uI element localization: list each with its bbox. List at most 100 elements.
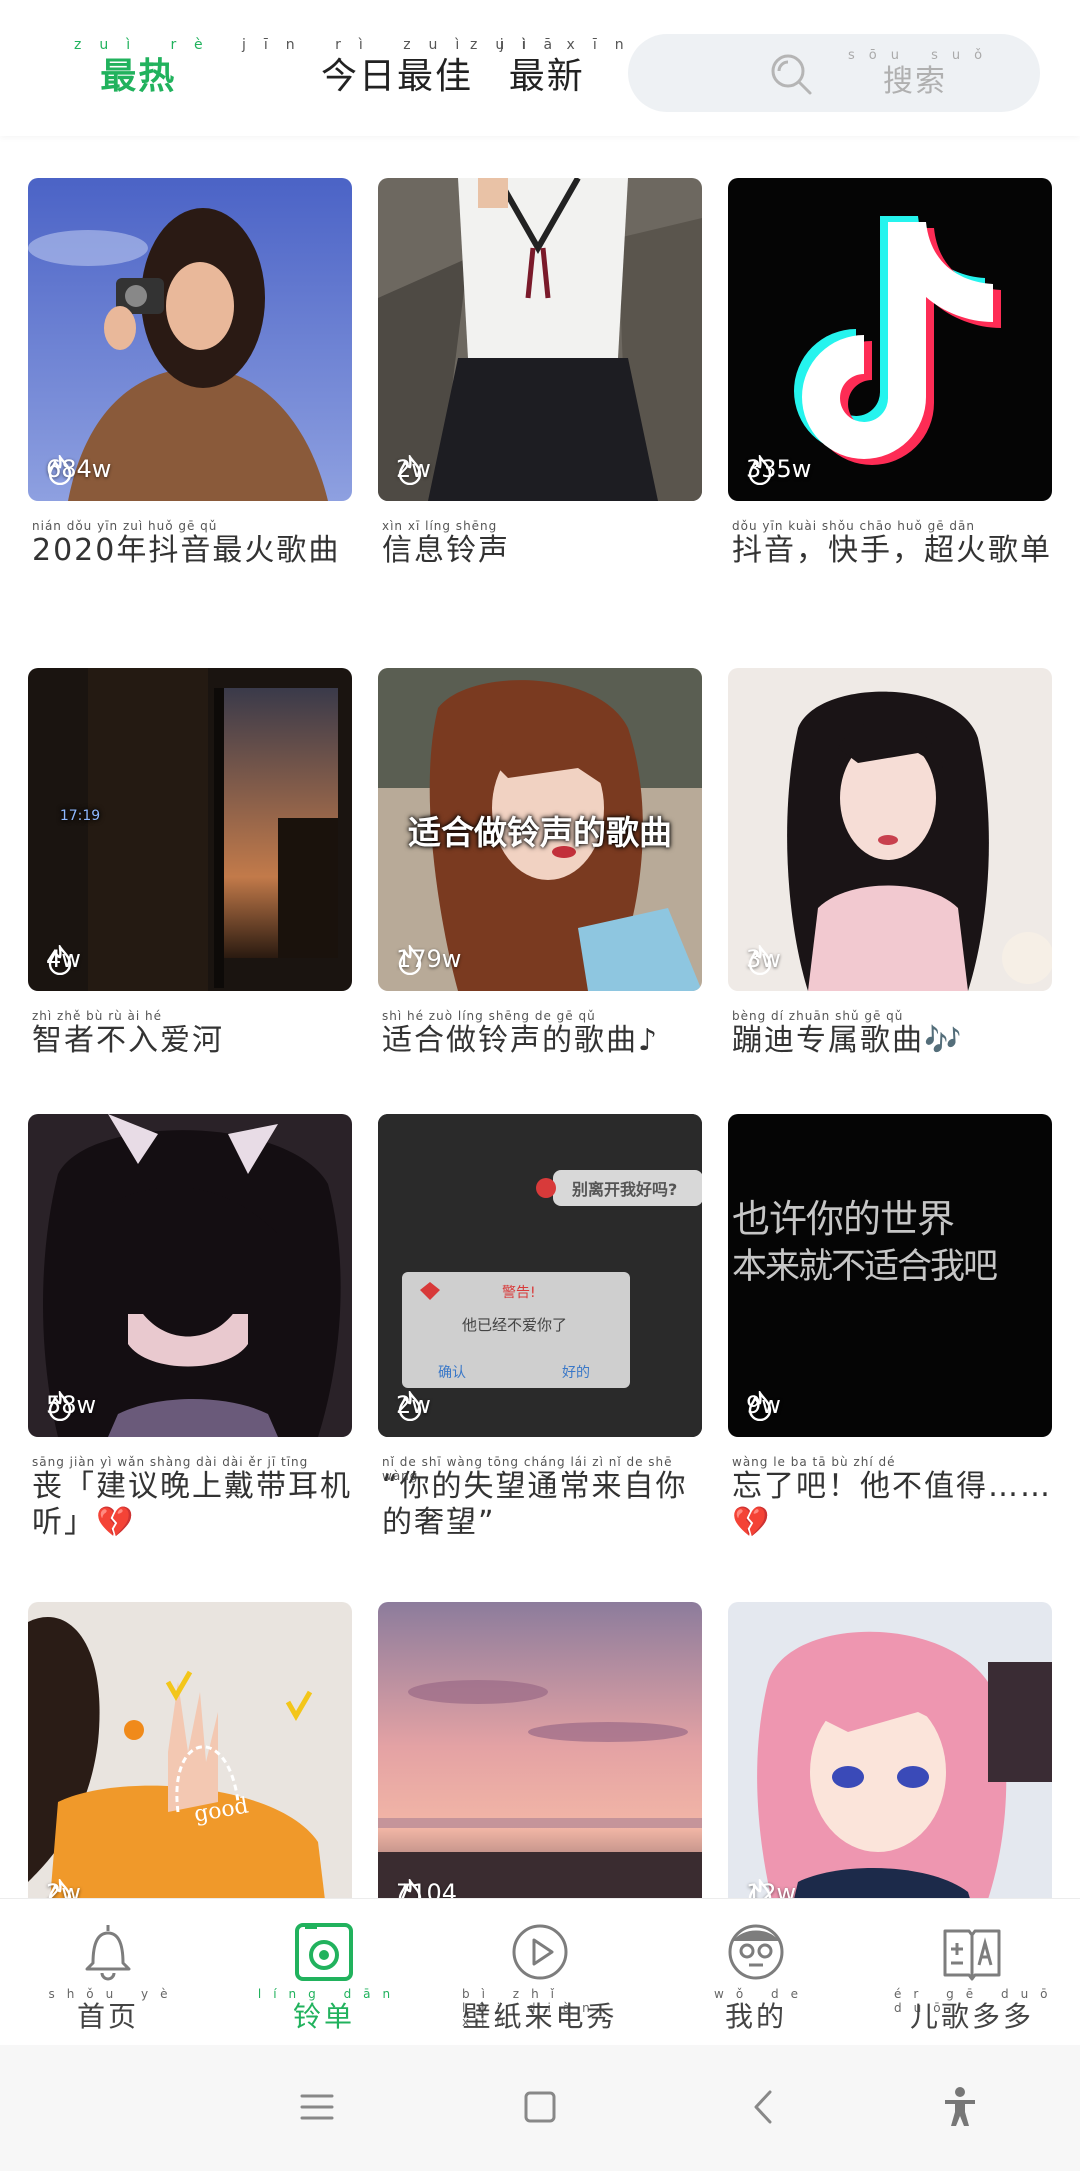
flame-icon <box>48 1879 72 1898</box>
menu-icon[interactable] <box>290 2080 344 2134</box>
card-title: bèng dí zhuān shǔ gē qǔ 蹦迪专属歌曲🎶 <box>728 1009 1052 1059</box>
ringtone-list-grid: 684w nián dǒu yīn zuì huǒ gē qǔ 2020年抖音最… <box>0 136 1080 1898</box>
thumb-dialog-title: 警告! <box>502 1285 536 1301</box>
ringlist-card[interactable]: 684w nián dǒu yīn zuì huǒ gē qǔ 2020年抖音最… <box>28 178 352 569</box>
flame-icon <box>48 945 72 975</box>
ringlist-card[interactable]: 7104 <box>378 1602 702 1898</box>
flame-icon <box>748 1879 772 1898</box>
play-count: 3w <box>746 945 781 975</box>
card-title: sāng jiàn yì wǎn shàng dài dài ěr jī tīn… <box>28 1455 352 1541</box>
thumb-dialog-message: 他已经不爱你了 <box>462 1316 568 1334</box>
flame-icon <box>398 1391 422 1421</box>
home-icon[interactable] <box>513 2080 567 2134</box>
system-navigation-bar <box>0 2044 1080 2171</box>
tab-label: 最新 <box>508 56 585 97</box>
top-tab-bar: zuì rè 最热 jīn rì zuì jiā 今日最佳 zuì xīn 最新… <box>0 0 1080 136</box>
nav-pinyin: bì zhǐ lái diàn xiù <box>462 1987 602 2029</box>
card-title-pinyin: shì hé zuò líng shēng de gē qǔ <box>382 1009 596 1023</box>
ringlist-card[interactable]: good 2w <box>28 1602 352 1898</box>
card-title: zhì zhě bù rù ài hé 智者不入爱河 <box>28 1009 352 1059</box>
card-title-text: 信息铃声 <box>382 533 510 568</box>
play-count: 2w <box>46 1879 81 1898</box>
nav-pinyin: shǒu yè <box>48 1987 180 2001</box>
tab-hottest[interactable]: zuì rè 最热 <box>56 36 221 106</box>
nav-kids-songs[interactable]: ér gē duō duō 儿歌多多 <box>882 1919 1062 2033</box>
ringlist-card[interactable]: 12w <box>728 1602 1052 1898</box>
nav-ring-list[interactable]: líng dān 铃单 <box>234 1919 414 2033</box>
card-title-text: 丧「建议晚上戴带耳机听」💔 <box>32 1469 352 1540</box>
nav-home[interactable]: shǒu yè 首页 <box>18 1919 198 2033</box>
card-thumbnail: 也许你的世界 本来就不适合我吧 9w <box>728 1114 1052 1437</box>
play-count: 2w <box>396 1391 431 1421</box>
card-title-text: “你的失望通常来自你的奢望” <box>382 1469 688 1540</box>
play-count: 2w <box>396 455 431 485</box>
card-title-pinyin: sāng jiàn yì wǎn shàng dài dài ěr jī tīn… <box>32 1455 309 1469</box>
card-thumbnail: 58w <box>28 1114 352 1437</box>
nav-mine[interactable]: wǒ de 我的 <box>666 1919 846 2033</box>
ringlist-card[interactable]: 也许你的世界 本来就不适合我吧 9w wàng le ba tā bù zhí … <box>728 1114 1052 1541</box>
tab-label: 今日最佳 <box>321 56 474 97</box>
tab-pinyin: zuì xīn <box>470 37 642 53</box>
nav-pinyin: wǒ de <box>714 1987 810 2001</box>
nav-label: 我的 <box>724 2000 787 2033</box>
thumb-dialog-ok: 好的 <box>562 1365 590 1381</box>
flame-icon <box>398 1879 422 1898</box>
card-thumbnail: 适合做铃声的歌曲 179w <box>378 668 702 991</box>
card-thumbnail: 17:19 4w <box>28 668 352 991</box>
card-title-pinyin: xìn xī líng shēng <box>382 519 498 533</box>
card-thumbnail: 7104 <box>378 1602 702 1898</box>
thumb-caption-line1: 也许你的世界 <box>732 1197 955 1241</box>
ringlist-card[interactable]: 2w xìn xī líng shēng 信息铃声 <box>378 178 702 569</box>
flame-icon <box>48 455 72 485</box>
card-title-text: 2020年抖音最火歌曲 <box>32 533 341 568</box>
card-title: xìn xī líng shēng 信息铃声 <box>378 519 702 569</box>
nav-pinyin: líng dān <box>257 1987 403 2001</box>
card-title: wàng le ba tā bù zhí dé 忘了吧！他不值得……💔 <box>728 1455 1052 1541</box>
play-count: 7104 <box>396 1879 457 1898</box>
nav-pinyin: ér gē duō duō <box>894 1987 1060 2015</box>
card-thumbnail: 3w <box>728 668 1052 991</box>
play-icon <box>512 1924 568 1980</box>
search-bar[interactable]: sōu suǒ 搜索 <box>628 34 1040 112</box>
ringlist-card[interactable]: 58w sāng jiàn yì wǎn shàng dài dài ěr jī… <box>28 1114 352 1541</box>
ringlist-card[interactable]: 别离开我好吗? 警告! 他已经不爱你了 确认 好的 2w nǐ de shī w… <box>378 1114 702 1541</box>
play-count: 58w <box>46 1391 96 1421</box>
accessibility-icon[interactable] <box>933 2080 987 2134</box>
tab-newest[interactable]: zuì xīn 最新 <box>452 36 642 106</box>
flame-icon <box>48 1391 72 1421</box>
search-pinyin: sōu suǒ <box>848 48 997 63</box>
card-thumbnail: 别离开我好吗? 警告! 他已经不爱你了 确认 好的 2w <box>378 1114 702 1437</box>
search-icon <box>771 54 812 95</box>
nav-wallpaper-call-show[interactable]: bì zhǐ lái diàn xiù 壁纸来电秀 <box>450 1919 630 2033</box>
card-title: dǒu yīn kuài shǒu chāo huǒ gē dān 抖音，快手，… <box>728 519 1052 569</box>
avatar-icon <box>728 1924 784 1980</box>
ringlist-card[interactable]: 335w dǒu yīn kuài shǒu chāo huǒ gē dān 抖… <box>728 178 1052 569</box>
play-count: 4w <box>46 945 81 975</box>
card-thumbnail: 684w <box>28 178 352 501</box>
card-thumbnail: good 2w <box>28 1602 352 1898</box>
ringlist-card[interactable]: 3w bèng dí zhuān shǔ gē qǔ 蹦迪专属歌曲🎶 <box>728 668 1052 1059</box>
ringlist-card[interactable]: 适合做铃声的歌曲 179w shì hé zuò líng shēng de g… <box>378 668 702 1059</box>
flame-icon <box>748 455 772 485</box>
nav-label: 壁纸来电秀 <box>462 2000 618 2033</box>
flame-icon <box>398 945 422 975</box>
nav-label: 首页 <box>76 2000 139 2033</box>
card-title-text: 抖音，快手，超火歌单 <box>732 533 1052 568</box>
thumb-caption: 适合做铃声的歌曲 <box>408 813 672 852</box>
card-title-pinyin: wàng le ba tā bù zhí dé <box>732 1455 896 1469</box>
ringlist-card[interactable]: 17:19 4w zhì zhě bù rù ài hé 智者不入爱河 <box>28 668 352 1059</box>
play-count: 335w <box>746 455 811 485</box>
thumb-notification-text: 别离开我好吗? <box>572 1180 678 1199</box>
back-icon[interactable] <box>738 2080 792 2134</box>
card-title-pinyin: nǐ de shī wàng tōng cháng lái zì nǐ de s… <box>382 1455 673 1483</box>
bell-icon <box>85 1925 131 1981</box>
nav-label: 儿歌多多 <box>909 2000 1034 2033</box>
card-title-text: 蹦迪专属歌曲🎶 <box>732 1023 964 1058</box>
book-icon <box>943 1929 1001 1981</box>
card-title-text: 适合做铃声的歌曲♪ <box>382 1023 660 1058</box>
play-count: 9w <box>746 1391 781 1421</box>
search-label: sōu suǒ 搜索 <box>834 48 996 100</box>
bottom-navigation: shǒu yè 首页 líng dān 铃单 bì zhǐ lái diàn x… <box>0 1898 1080 2045</box>
card-title-text: 智者不入爱河 <box>32 1023 224 1058</box>
card-title-pinyin: zhì zhě bù rù ài hé <box>32 1009 163 1023</box>
